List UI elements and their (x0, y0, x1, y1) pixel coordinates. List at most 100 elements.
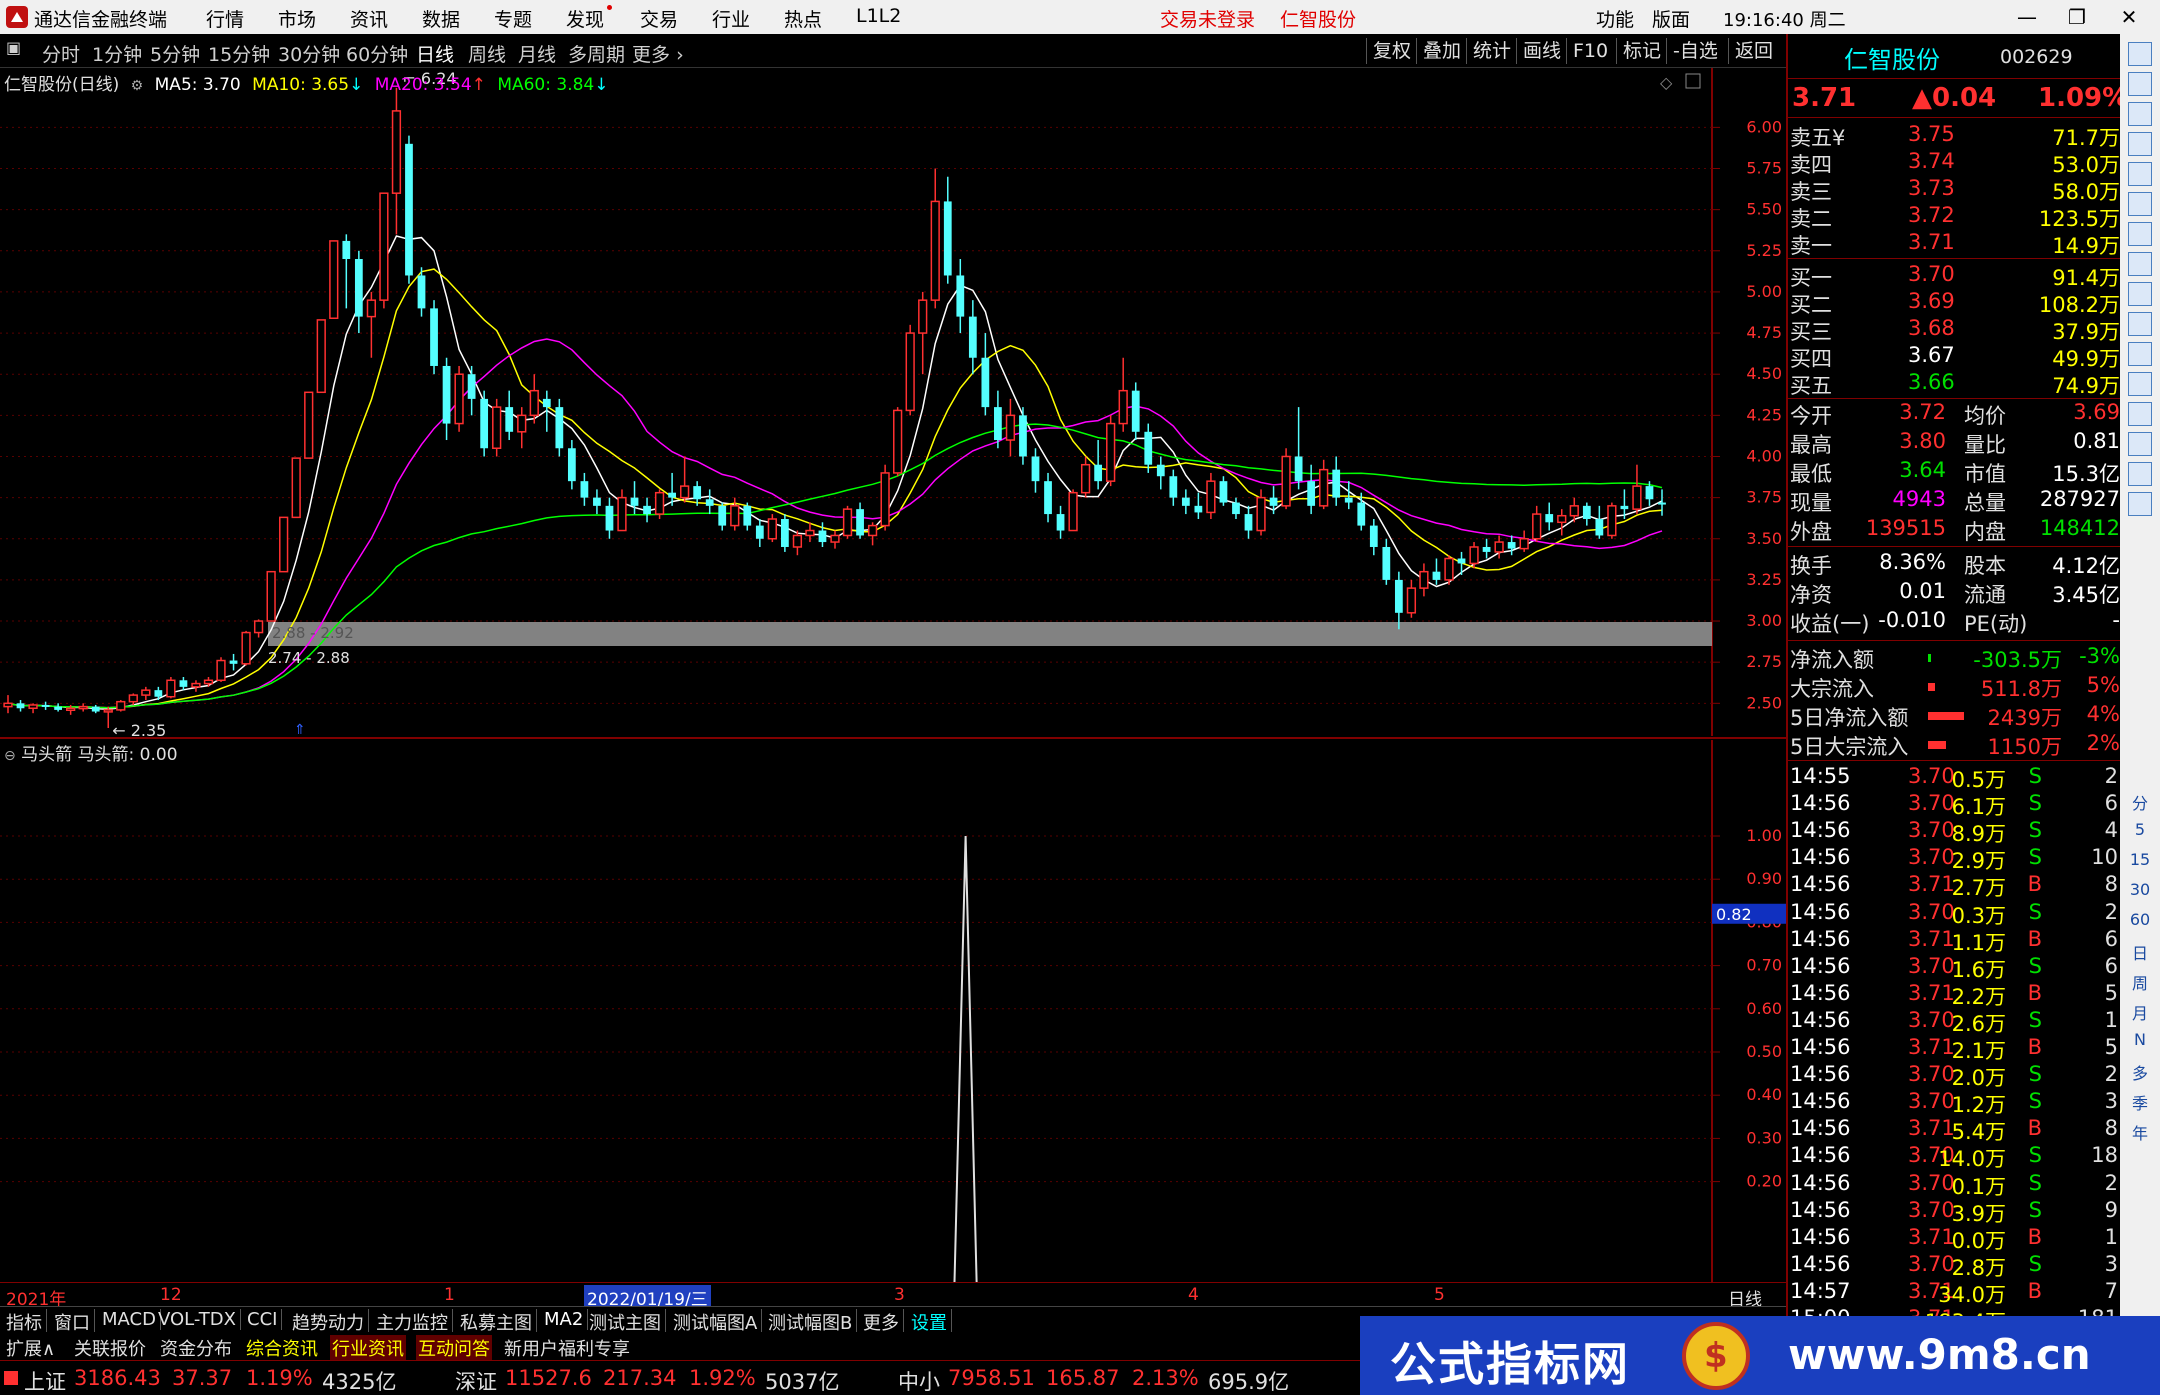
close-icon[interactable]: ✕ (2114, 2, 2144, 32)
side-period-5[interactable]: 日 (2120, 940, 2160, 964)
period-5min[interactable]: 5分钟 (150, 40, 200, 67)
tool-icon[interactable] (2128, 42, 2152, 66)
tick-price: 3.70 (1908, 899, 1955, 924)
bottom-tab-3[interactable]: 综合资讯 (244, 1335, 320, 1361)
btn-fanhui[interactable]: 返回 (1728, 38, 1779, 64)
side-period-2[interactable]: 15 (2120, 850, 2160, 869)
candle-body (3, 702, 13, 708)
period-1min[interactable]: 1分钟 (92, 40, 142, 67)
btn-diejia[interactable]: 叠加 (1416, 38, 1467, 64)
indicator-tab-4[interactable]: CCI (243, 1309, 283, 1330)
candle-body (918, 299, 928, 334)
stat-label: 市值 (1964, 462, 2006, 486)
btn-fuquan[interactable]: 复权 (1366, 38, 1417, 64)
candle-body (154, 690, 163, 697)
side-period-11[interactable]: 年 (2120, 1120, 2160, 1144)
bottom-tab-2[interactable]: 资金分布 (158, 1335, 234, 1361)
menu-banmian[interactable]: 版面 (1652, 5, 1690, 32)
kline-chart[interactable]: 6.00 5.75 5.50 5.25 5.00 4.75 4.50 4.25 4.00 3.75… (0, 68, 1786, 1282)
indicator-tab-8[interactable]: MA2 (540, 1309, 589, 1330)
y-tick-label: 3.50 (1746, 529, 1782, 548)
collapse-icon[interactable]: ⊖ (4, 748, 16, 764)
tool-icon[interactable] (2128, 312, 2152, 336)
menu-zixun[interactable]: 资讯 (350, 5, 388, 32)
minimize-icon[interactable]: — (2012, 2, 2042, 32)
stat-value: 3.80 (1899, 429, 1946, 453)
menu-jiaoyi[interactable]: 交易 (640, 5, 678, 32)
side-period-1[interactable]: 5 (2120, 820, 2160, 839)
candle-body (1169, 476, 1178, 498)
toolbar-menu-icon[interactable]: ▣ (6, 38, 21, 57)
tick-row: 14:56 3.70 0.1万 S 2 (1788, 1171, 2122, 1199)
tick-volume: 2.1万 (1951, 1039, 2006, 1063)
tool-icon[interactable] (2128, 222, 2152, 246)
tick-price: 3.71 (1908, 1116, 1955, 1141)
indicator-tab-3[interactable]: VOL-TDX (154, 1309, 241, 1330)
side-period-7[interactable]: 月 (2120, 1000, 2160, 1024)
gear-icon[interactable]: ⚙ (131, 78, 144, 94)
side-period-4[interactable]: 60 (2120, 910, 2160, 929)
side-period-8[interactable]: N (2120, 1030, 2160, 1049)
menu-gongneng[interactable]: 功能 (1596, 5, 1634, 32)
bottom-tab-1[interactable]: 关联报价 (72, 1335, 148, 1361)
candle-body (54, 706, 63, 710)
bottom-tab-5[interactable]: 互动问答 (416, 1335, 492, 1361)
tool-icon[interactable] (2128, 402, 2152, 426)
side-period-10[interactable]: 季 (2120, 1090, 2160, 1114)
btn-f10[interactable]: F10 (1566, 38, 1614, 64)
tick-price: 3.71 (1908, 1224, 1955, 1249)
period-monthly[interactable]: 月线 (518, 40, 556, 67)
side-period-9[interactable]: 多 (2120, 1060, 2160, 1084)
bottom-tab-0[interactable]: 扩展∧ (4, 1335, 57, 1361)
login-status[interactable]: 交易未登录 (1160, 5, 1255, 32)
side-period-6[interactable]: 周 (2120, 970, 2160, 994)
ticker-0-0: 上证 (24, 1370, 66, 1394)
menu-hangye[interactable]: 行业 (712, 5, 750, 32)
period-fenshi[interactable]: 分时 (42, 40, 80, 67)
period-15min[interactable]: 15分钟 (208, 40, 270, 67)
tool-icon[interactable] (2128, 342, 2152, 366)
tool-icon[interactable] (2128, 132, 2152, 156)
tool-icon[interactable] (2128, 282, 2152, 306)
tool-icon[interactable] (2128, 462, 2152, 486)
tool-icon[interactable] (2128, 162, 2152, 186)
btn-huaxian[interactable]: 画线 (1516, 38, 1567, 64)
tick-row: 14:56 3.71 0.0万 B 1 (1788, 1224, 2122, 1253)
menu-faxian[interactable]: 发现 (566, 5, 613, 32)
bottom-tab-4[interactable]: 行业资讯 (330, 1335, 406, 1361)
tool-icon[interactable] (2128, 432, 2152, 456)
period-more[interactable]: 更多 › (632, 40, 684, 67)
period-multi[interactable]: 多周期 (568, 40, 625, 67)
menu-redian[interactable]: 热点 (784, 5, 822, 32)
tool-icon[interactable] (2128, 72, 2152, 96)
btn-zixuan[interactable]: -自选 (1666, 38, 1724, 64)
side-period-3[interactable]: 30 (2120, 880, 2160, 899)
tool-icon[interactable] (2128, 102, 2152, 126)
indicator-tab-2[interactable]: MACD (98, 1309, 161, 1330)
menu-l1l2[interactable]: L1L2 (856, 5, 901, 27)
period-daily[interactable]: 日线 (416, 40, 454, 67)
candle-body (730, 505, 740, 527)
tool-icon[interactable] (2128, 372, 2152, 396)
menu-shichang[interactable]: 市场 (278, 5, 316, 32)
menu-shuju[interactable]: 数据 (422, 5, 460, 32)
period-weekly[interactable]: 周线 (468, 40, 506, 67)
btn-biaoji[interactable]: 标记 (1616, 38, 1667, 64)
tool-icon[interactable] (2128, 492, 2152, 516)
stat-label: 均价 (1964, 404, 2006, 428)
btn-tongji[interactable]: 统计 (1466, 38, 1517, 64)
tool-icon[interactable] (2128, 192, 2152, 216)
bottom-tab-6[interactable]: 新用户福利专享 (502, 1335, 632, 1361)
candle-body (1056, 514, 1065, 531)
period-60min[interactable]: 60分钟 (346, 40, 408, 67)
restore-icon[interactable]: ❐ (2062, 2, 2092, 32)
clock: 19:16:40 周二 (1723, 6, 1846, 32)
tool-icon[interactable] (2128, 252, 2152, 276)
candle-body (542, 398, 551, 408)
candle-body (241, 631, 251, 665)
menu-hangqing[interactable]: 行情 (206, 5, 244, 32)
menu-zhuanti[interactable]: 专题 (494, 5, 532, 32)
side-period-0[interactable]: 分 (2120, 790, 2160, 814)
diamond-icon[interactable]: ◇ (1660, 73, 1673, 92)
period-30min[interactable]: 30分钟 (278, 40, 340, 67)
